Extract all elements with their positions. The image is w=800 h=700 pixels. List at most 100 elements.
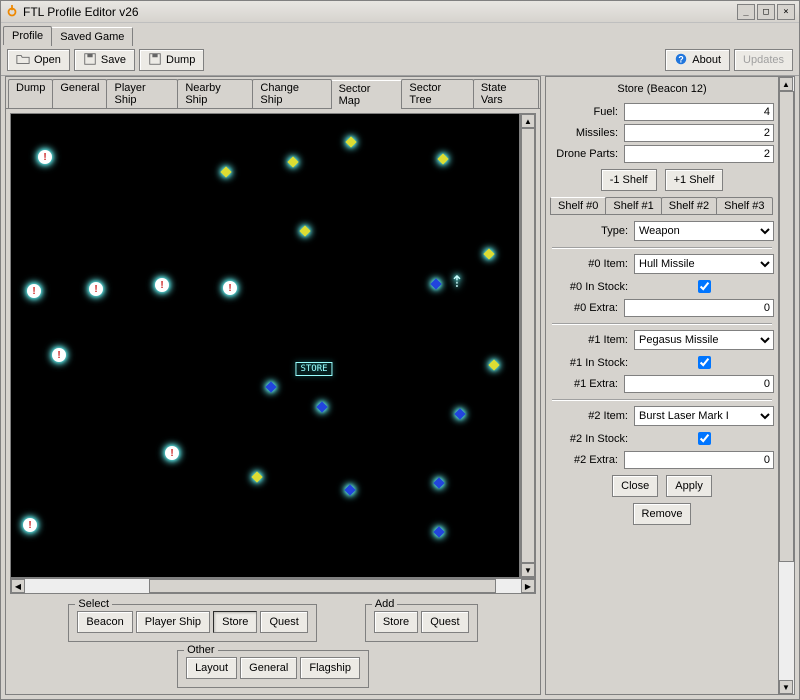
beacon-point[interactable] — [490, 361, 502, 373]
beacon-point[interactable] — [253, 473, 265, 485]
beacon-point[interactable] — [456, 410, 468, 422]
subtab-general[interactable]: General — [52, 79, 107, 108]
beacon-point[interactable] — [435, 528, 447, 540]
item1-select[interactable]: Pegasus Missile — [634, 330, 774, 350]
hazard-beacon[interactable]: ! — [23, 518, 35, 530]
beacon-point[interactable] — [432, 280, 444, 292]
minimize-button[interactable]: _ — [737, 4, 755, 20]
dump-toolbar-button[interactable]: Dump — [139, 49, 204, 71]
item2-extra-field[interactable] — [624, 451, 774, 469]
beacon-point[interactable] — [435, 479, 447, 491]
help-icon: ? — [674, 52, 688, 69]
beacon-point[interactable] — [301, 227, 313, 239]
player-ship-marker[interactable]: ⇡ — [450, 272, 463, 292]
sector-map-canvas[interactable]: ! ! ! ! ! ! ! ! — [10, 113, 520, 578]
item2-select[interactable]: Burst Laser Mark I — [634, 406, 774, 426]
apply-store-button[interactable]: Apply — [666, 475, 712, 497]
beacon-point[interactable] — [347, 138, 359, 150]
shelf-tab-2[interactable]: Shelf #2 — [661, 197, 717, 215]
select-store-button[interactable]: Store — [213, 611, 257, 633]
item1-extra-field[interactable] — [624, 375, 774, 393]
beacon-point[interactable] — [439, 155, 451, 167]
side-panel-scrollbar[interactable]: ▲ ▼ — [778, 77, 794, 694]
hazard-beacon[interactable]: ! — [89, 282, 101, 294]
updates-button[interactable]: Updates — [734, 49, 793, 71]
select-quest-button[interactable]: Quest — [260, 611, 307, 633]
beacon-point[interactable] — [289, 158, 301, 170]
save-button[interactable]: Save — [74, 49, 135, 71]
subtab-change-ship[interactable]: Change Ship — [252, 79, 331, 108]
scroll-down-icon[interactable]: ▼ — [521, 563, 535, 577]
select-group: Select Beacon Player Ship Store Quest — [68, 604, 316, 642]
shelf-tab-0[interactable]: Shelf #0 — [550, 197, 606, 215]
beacon-point[interactable] — [346, 486, 358, 498]
scroll-up-icon[interactable]: ▲ — [779, 77, 793, 91]
open-button[interactable]: Open — [7, 49, 70, 71]
scroll-left-icon[interactable]: ◀ — [11, 579, 25, 593]
select-beacon-button[interactable]: Beacon — [77, 611, 132, 633]
other-layout-button[interactable]: Layout — [186, 657, 237, 679]
subtab-player-ship[interactable]: Player Ship — [106, 79, 178, 108]
subtab-dump[interactable]: Dump — [8, 79, 53, 108]
item2-stock-checkbox[interactable] — [698, 432, 711, 445]
floppy-icon — [148, 52, 162, 69]
scroll-up-icon[interactable]: ▲ — [521, 114, 535, 128]
store-panel-title: Store (Beacon 12) — [550, 83, 774, 95]
select-player-ship-button[interactable]: Player Ship — [136, 611, 210, 633]
subtab-state-vars[interactable]: State Vars — [473, 79, 539, 108]
hazard-beacon[interactable]: ! — [27, 284, 39, 296]
remove-store-button[interactable]: Remove — [633, 503, 692, 525]
subtab-sector-map[interactable]: Sector Map — [331, 80, 403, 109]
drone-parts-label: Drone Parts: — [550, 148, 618, 160]
subtab-sector-tree[interactable]: Sector Tree — [401, 79, 473, 108]
shelf-tab-3[interactable]: Shelf #3 — [716, 197, 772, 215]
fuel-field[interactable] — [624, 103, 774, 121]
minus-shelf-button[interactable]: -1 Shelf — [601, 169, 657, 191]
hazard-beacon[interactable]: ! — [38, 150, 50, 162]
beacon-point[interactable] — [485, 250, 497, 262]
other-flagship-button[interactable]: Flagship — [300, 657, 360, 679]
missiles-field[interactable] — [624, 124, 774, 142]
other-general-button[interactable]: General — [240, 657, 297, 679]
drone-parts-field[interactable] — [624, 145, 774, 163]
close-store-button[interactable]: Close — [612, 475, 658, 497]
hazard-beacon[interactable]: ! — [52, 348, 64, 360]
about-button[interactable]: ? About — [665, 49, 730, 71]
plus-shelf-button[interactable]: +1 Shelf — [665, 169, 724, 191]
hazard-beacon[interactable]: ! — [223, 281, 235, 293]
title-bar: FTL Profile Editor v26 _ □ × — [1, 1, 799, 23]
add-store-button[interactable]: Store — [374, 611, 418, 633]
item0-stock-checkbox[interactable] — [698, 280, 711, 293]
hazard-beacon[interactable]: ! — [155, 278, 167, 290]
tab-profile[interactable]: Profile — [3, 26, 52, 45]
store-marker[interactable]: STORE — [295, 362, 332, 376]
type-select[interactable]: Weapon — [634, 221, 774, 241]
beacon-point[interactable] — [318, 403, 330, 415]
item0-select[interactable]: Hull Missile — [634, 254, 774, 274]
item1-label: #1 Item: — [550, 334, 628, 346]
main-panel: Dump General Player Ship Nearby Ship Cha… — [5, 76, 541, 695]
maximize-button[interactable]: □ — [757, 4, 775, 20]
store-side-panel: Store (Beacon 12) Fuel: Missiles: Drone … — [545, 76, 795, 695]
shelf-tab-1[interactable]: Shelf #1 — [605, 197, 661, 215]
add-quest-button[interactable]: Quest — [421, 611, 468, 633]
map-horizontal-scrollbar[interactable]: ◀ ▶ — [10, 578, 536, 594]
item0-stock-label: #0 In Stock: — [550, 281, 628, 293]
item0-extra-field[interactable] — [624, 299, 774, 317]
subtab-nearby-ship[interactable]: Nearby Ship — [177, 79, 253, 108]
scroll-down-icon[interactable]: ▼ — [779, 680, 793, 694]
beacon-point[interactable] — [267, 383, 279, 395]
hazard-beacon[interactable]: ! — [165, 446, 177, 458]
other-group: Other Layout General Flagship — [177, 650, 369, 688]
item1-stock-checkbox[interactable] — [698, 356, 711, 369]
bottom-controls: Select Beacon Player Ship Store Quest Ad… — [6, 598, 540, 694]
close-window-button[interactable]: × — [777, 4, 795, 20]
type-label: Type: — [550, 225, 628, 237]
item2-label: #2 Item: — [550, 410, 628, 422]
item2-extra-label: #2 Extra: — [550, 454, 618, 466]
shelf-tabstrip: Shelf #0 Shelf #1 Shelf #2 Shelf #3 — [550, 197, 774, 215]
map-vertical-scrollbar[interactable]: ▲ ▼ — [520, 113, 536, 578]
tab-saved-game[interactable]: Saved Game — [51, 27, 133, 46]
scroll-right-icon[interactable]: ▶ — [521, 579, 535, 593]
beacon-point[interactable] — [222, 168, 234, 180]
